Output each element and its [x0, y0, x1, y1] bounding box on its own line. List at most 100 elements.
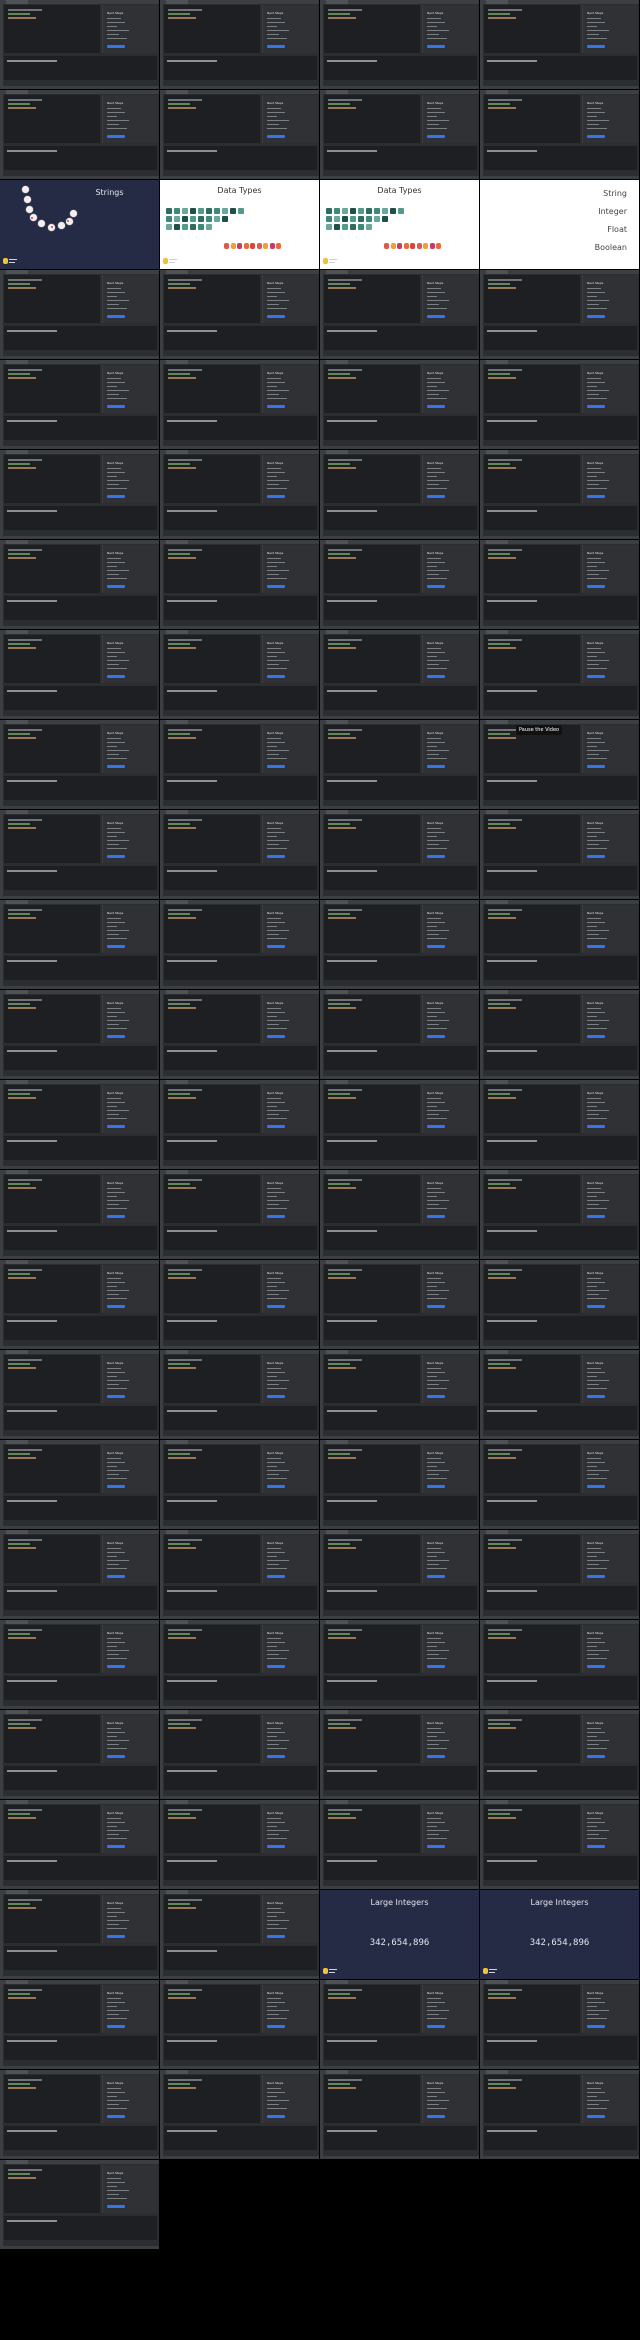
- editor-tab[interactable]: [6, 2070, 28, 2074]
- editor-tab[interactable]: [6, 90, 28, 94]
- next-button[interactable]: [587, 1845, 605, 1848]
- next-button[interactable]: [267, 405, 285, 408]
- editor-tab[interactable]: [166, 810, 188, 814]
- editor-tab[interactable]: [326, 1170, 348, 1174]
- code-editor[interactable]: [4, 1715, 100, 1763]
- editor-tab[interactable]: [6, 1080, 28, 1084]
- code-editor[interactable]: [324, 1265, 420, 1313]
- editor-tab[interactable]: [6, 720, 28, 724]
- next-button[interactable]: [267, 1665, 285, 1668]
- code-editor[interactable]: [324, 1805, 420, 1853]
- editor-tab[interactable]: [486, 810, 508, 814]
- code-editor[interactable]: [164, 1445, 260, 1493]
- editor-tab[interactable]: [166, 540, 188, 544]
- editor-tab[interactable]: [166, 450, 188, 454]
- editor-tab[interactable]: [6, 1170, 28, 1174]
- editor-tab[interactable]: [166, 90, 188, 94]
- editor-tab[interactable]: [166, 1170, 188, 1174]
- next-button[interactable]: [587, 495, 605, 498]
- editor-tab[interactable]: [166, 1890, 188, 1894]
- next-button[interactable]: [107, 2025, 125, 2028]
- code-editor[interactable]: [484, 1805, 580, 1853]
- next-button[interactable]: [587, 135, 605, 138]
- editor-tab[interactable]: [6, 1440, 28, 1444]
- editor-tab[interactable]: [166, 1260, 188, 1264]
- next-button[interactable]: [267, 585, 285, 588]
- next-button[interactable]: [587, 1665, 605, 1668]
- next-button[interactable]: [107, 45, 125, 48]
- next-button[interactable]: [107, 675, 125, 678]
- next-button[interactable]: [267, 1845, 285, 1848]
- editor-tab[interactable]: [166, 0, 188, 4]
- editor-tab[interactable]: [326, 1710, 348, 1714]
- next-button[interactable]: [107, 495, 125, 498]
- next-button[interactable]: [587, 1755, 605, 1758]
- editor-tab[interactable]: [166, 990, 188, 994]
- next-button[interactable]: [587, 585, 605, 588]
- code-editor[interactable]: [324, 455, 420, 503]
- editor-tab[interactable]: [326, 0, 348, 4]
- editor-tab[interactable]: [486, 90, 508, 94]
- editor-tab[interactable]: [6, 810, 28, 814]
- next-button[interactable]: [107, 1665, 125, 1668]
- next-button[interactable]: [587, 1035, 605, 1038]
- editor-tab[interactable]: [486, 630, 508, 634]
- code-editor[interactable]: [484, 365, 580, 413]
- code-editor[interactable]: [164, 455, 260, 503]
- editor-tab[interactable]: [6, 1800, 28, 1804]
- next-button[interactable]: [267, 1935, 285, 1938]
- editor-tab[interactable]: [326, 540, 348, 544]
- code-editor[interactable]: [484, 1985, 580, 2033]
- code-editor[interactable]: [4, 725, 100, 773]
- next-button[interactable]: [267, 1485, 285, 1488]
- editor-tab[interactable]: [6, 1260, 28, 1264]
- next-button[interactable]: [107, 2205, 125, 2208]
- editor-tab[interactable]: [6, 270, 28, 274]
- editor-tab[interactable]: [326, 450, 348, 454]
- next-button[interactable]: [587, 765, 605, 768]
- code-editor[interactable]: [4, 275, 100, 323]
- code-editor[interactable]: [324, 905, 420, 953]
- next-button[interactable]: [107, 1125, 125, 1128]
- next-button[interactable]: [427, 405, 445, 408]
- next-button[interactable]: [427, 1755, 445, 1758]
- next-button[interactable]: [107, 855, 125, 858]
- editor-tab[interactable]: [326, 90, 348, 94]
- editor-tab[interactable]: [6, 1530, 28, 1534]
- next-button[interactable]: [107, 1035, 125, 1038]
- code-editor[interactable]: [484, 1085, 580, 1133]
- code-editor[interactable]: [484, 5, 580, 53]
- code-editor[interactable]: [324, 5, 420, 53]
- next-button[interactable]: [587, 1395, 605, 1398]
- next-button[interactable]: [427, 585, 445, 588]
- next-button[interactable]: [587, 2115, 605, 2118]
- code-editor[interactable]: [164, 905, 260, 953]
- code-editor[interactable]: [324, 725, 420, 773]
- code-editor[interactable]: [324, 545, 420, 593]
- next-button[interactable]: [427, 855, 445, 858]
- editor-tab[interactable]: [486, 1980, 508, 1984]
- code-editor[interactable]: [324, 815, 420, 863]
- code-editor[interactable]: [164, 725, 260, 773]
- editor-tab[interactable]: [486, 990, 508, 994]
- next-button[interactable]: [267, 1755, 285, 1758]
- next-button[interactable]: [427, 315, 445, 318]
- editor-tab[interactable]: [486, 450, 508, 454]
- code-editor[interactable]: [164, 1085, 260, 1133]
- next-button[interactable]: [427, 675, 445, 678]
- code-editor[interactable]: [164, 95, 260, 143]
- next-button[interactable]: [587, 2025, 605, 2028]
- editor-tab[interactable]: [166, 1530, 188, 1534]
- next-button[interactable]: [107, 1215, 125, 1218]
- next-button[interactable]: [427, 2115, 445, 2118]
- editor-tab[interactable]: [6, 2160, 28, 2164]
- code-editor[interactable]: [484, 815, 580, 863]
- next-button[interactable]: [427, 1665, 445, 1668]
- editor-tab[interactable]: [166, 1440, 188, 1444]
- editor-tab[interactable]: [166, 2070, 188, 2074]
- code-editor[interactable]: [484, 1625, 580, 1673]
- editor-tab[interactable]: [326, 1440, 348, 1444]
- editor-tab[interactable]: [486, 1530, 508, 1534]
- code-editor[interactable]: [4, 365, 100, 413]
- editor-tab[interactable]: [326, 1260, 348, 1264]
